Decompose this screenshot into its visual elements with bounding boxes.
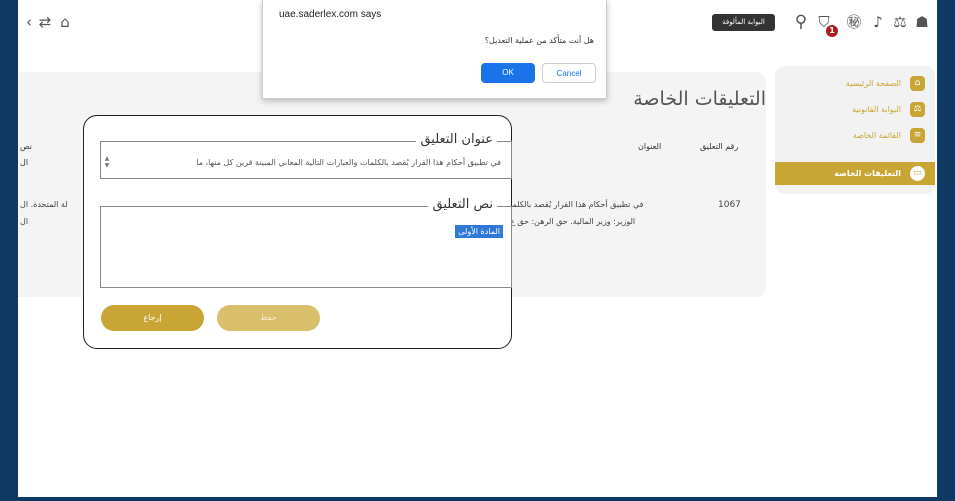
save-button[interactable]: حفظ: [217, 305, 320, 331]
sidebar-item-private-comments[interactable]: ▭ التعليقات الخاصة: [775, 162, 935, 185]
search-icon[interactable]: ⚲: [792, 13, 810, 31]
home-icon[interactable]: ⌂: [56, 13, 74, 31]
confirm-site-label: uae.saderlex.com says: [279, 9, 382, 20]
list-icon: ≡: [910, 128, 925, 143]
portal-button[interactable]: البوابة المألوفة: [712, 14, 775, 31]
scales-icon: ⚖: [910, 102, 925, 117]
comment-body-textarea[interactable]: المادة الأولى: [101, 207, 511, 287]
translate-icon[interactable]: ⇄: [36, 13, 54, 31]
bell-icon[interactable]: ♪: [869, 13, 887, 31]
sidebar-item-private-list[interactable]: ≡ القائمة الخاصة: [775, 124, 935, 147]
comment-text-cell: لة المتحدة. ال: [20, 200, 68, 209]
comment-number-cell[interactable]: 1067: [718, 200, 741, 210]
comment-text-cell-line2: ال: [20, 217, 29, 226]
edit-comment-dialog: عنوان التعليق في تطبيق أحكام هذا القرار …: [83, 115, 512, 349]
comment-title-fieldset: عنوان التعليق في تطبيق أحكام هذا القرار …: [100, 132, 512, 179]
confirm-message: هل أنت متأكد من عملية التعديل؟: [484, 36, 594, 45]
column-header-title: العنوان: [638, 142, 662, 151]
ok-button[interactable]: OK: [481, 63, 535, 83]
sidebar: ⌂ الصفحة الرئيسية ⚖ البوابة القانونية ≡ …: [775, 66, 935, 194]
comment-title-label: عنوان التعليق: [416, 132, 497, 147]
sidebar-item-label: الصفحة الرئيسية: [845, 79, 901, 88]
translate-icon[interactable]: ㊙: [845, 13, 863, 31]
sidebar-item-label: القائمة الخاصة: [852, 131, 901, 140]
back-button[interactable]: إرجاع: [101, 305, 204, 331]
sidebar-item-label: التعليقات الخاصة: [834, 169, 901, 178]
comment-title-cell[interactable]: في تطبيق أحكام هذا القرار يُقصد بالكلما: [510, 200, 644, 209]
home-icon: ⌂: [910, 76, 925, 91]
selected-text: المادة الأولى: [455, 225, 503, 238]
app-screen: ‹ ⇄ ⌂ البوابة المألوفة ⚲ ⛉ 1 ㊙ ♪ ⚖ ☗ ⌂ ا…: [18, 0, 937, 497]
column-header-number: رقم التعليق: [700, 142, 739, 151]
confirm-dialog: uae.saderlex.com says هل أنت متأكد من عم…: [262, 0, 607, 99]
column-header-text: نص: [20, 142, 33, 151]
comment-body-fieldset: نص التعليق المادة الأولى: [100, 197, 512, 288]
comment-icon: ▭: [910, 166, 925, 181]
user-icon[interactable]: ☗: [913, 13, 931, 31]
scales-icon[interactable]: ⚖: [891, 13, 909, 31]
sidebar-item-label: البوابة القانونية: [852, 105, 901, 114]
sidebar-item-home[interactable]: ⌂ الصفحة الرئيسية: [775, 72, 935, 95]
sidebar-item-legal-portal[interactable]: ⚖ البوابة القانونية: [775, 98, 935, 121]
column-header-text-continued: ال: [20, 158, 29, 167]
comment-title-input[interactable]: في تطبيق أحكام هذا القرار يُقصد بالكلمات…: [107, 155, 501, 171]
cancel-button[interactable]: Cancel: [542, 63, 596, 83]
comment-title-cell-line2: الوزير: وزير المالية. حق الرهن: حق ع: [510, 217, 636, 226]
spinner-arrows-icon[interactable]: ▲ ▼: [104, 155, 110, 169]
cart-count-badge: 1: [826, 25, 838, 37]
